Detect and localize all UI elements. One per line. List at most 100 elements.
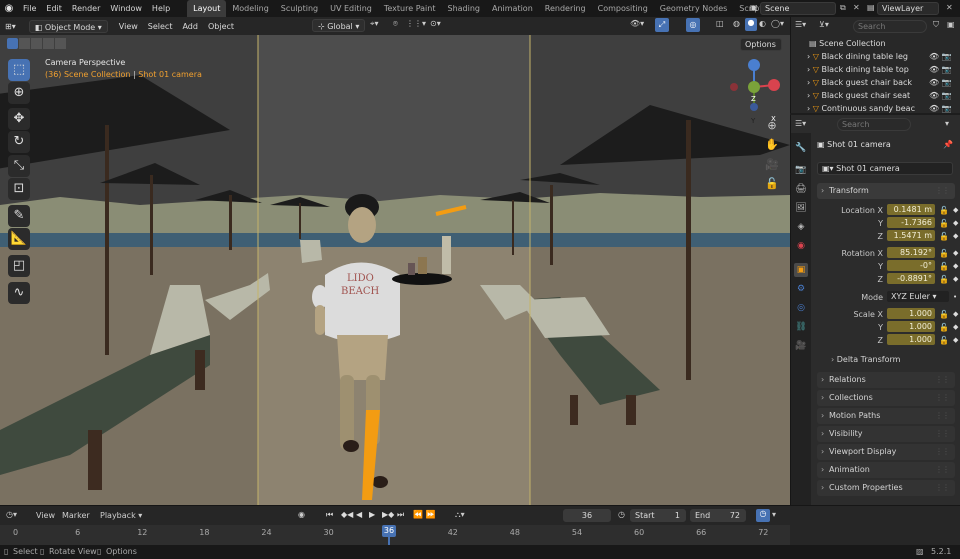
location-x-field[interactable]: 0.1481 m (887, 204, 935, 215)
properties-editor-icon[interactable]: ☰▾ (795, 119, 806, 128)
rotation-z-field[interactable]: -0.8891° (887, 273, 935, 284)
snap-icon[interactable]: ⌾ (393, 19, 398, 29)
shading-material-icon[interactable]: ◐ (759, 19, 766, 28)
shading-wireframe-icon[interactable]: ◍ (733, 19, 740, 28)
select-invert-icon[interactable] (43, 38, 54, 49)
menu-add[interactable]: Add (177, 20, 203, 33)
rotate-tool-icon[interactable]: ↻ (8, 131, 30, 153)
pin-icon[interactable]: 📌 (943, 140, 953, 149)
menu-select[interactable]: Select (143, 20, 178, 33)
delete-scene-icon[interactable]: ✕ (853, 3, 860, 12)
data-tab-icon[interactable]: 🎥 (794, 339, 808, 353)
pivot-icon[interactable]: ⌖▾ (370, 19, 379, 29)
transform-tool-icon[interactable]: ⊡ (8, 178, 30, 200)
drag-grip-icon[interactable]: ⋮⋮ (935, 408, 950, 424)
location-y-field[interactable]: -1.7366 (887, 217, 935, 228)
motion-paths-panel[interactable]: Motion Paths ⋮⋮ (817, 408, 955, 424)
physics-tab-icon[interactable]: ◎ (794, 301, 808, 315)
scale-tool-icon[interactable]: ⤡ (8, 155, 30, 177)
view-layer-tab-icon[interactable]: 🖼 (794, 201, 808, 215)
curve-tool-icon[interactable]: ∿ (8, 282, 30, 304)
outliner-filter-icon[interactable]: ⊻▾ (819, 20, 829, 29)
workspace-tab-compositing[interactable]: Compositing (592, 0, 654, 17)
gizmo-label-y[interactable]: Y (751, 117, 755, 125)
menu-edit[interactable]: Edit (41, 0, 67, 17)
select-subtract-icon[interactable] (31, 38, 42, 49)
drag-grip-icon[interactable]: ⋮⋮ (935, 372, 950, 388)
options-dropdown[interactable]: Options (740, 38, 782, 51)
scale-y-field[interactable]: 1.000 (887, 321, 935, 332)
lock-icon[interactable]: 🔓 (939, 230, 949, 243)
outliner-editor-icon[interactable]: ☰▾ (795, 20, 806, 29)
keyframe-icon[interactable]: ◆ (953, 217, 958, 230)
lock-icon[interactable]: 🔓 (939, 247, 949, 260)
animation-panel[interactable]: Animation ⋮⋮ (817, 462, 955, 478)
workspace-tab-modeling[interactable]: Modeling (226, 0, 274, 17)
workspace-tab-texture-paint[interactable]: Texture Paint (378, 0, 442, 17)
transform-panel-header[interactable]: Transform ⋮⋮ (817, 183, 955, 199)
overlay-toggle-icon[interactable]: ◎ (686, 18, 700, 32)
keyframe-icon[interactable]: ◆ (953, 260, 958, 273)
output-tab-icon[interactable]: 🖨 (794, 182, 808, 196)
lock-icon[interactable]: 🔓 (939, 308, 949, 321)
view-layer-selector[interactable]: ViewLayer (877, 2, 939, 15)
pan-hand-icon[interactable]: ✋ (764, 137, 780, 153)
select-extend-icon[interactable] (19, 38, 30, 49)
lock-icon[interactable]: 🔓 (939, 204, 949, 217)
custom-properties-panel[interactable]: Custom Properties ⋮⋮ (817, 480, 955, 496)
select-box-tool-icon[interactable]: ⬚ (8, 59, 30, 81)
copy-scene-icon[interactable]: ⧉ (840, 3, 846, 13)
visibility-panel[interactable]: Visibility ⋮⋮ (817, 426, 955, 442)
tool-tab-icon[interactable]: 🔧 (794, 141, 808, 155)
render-tab-icon[interactable]: 📷 (794, 163, 808, 177)
select-intersect-icon[interactable] (55, 38, 66, 49)
lock-icon[interactable]: 🔓 (939, 217, 949, 230)
world-tab-icon[interactable]: ◉ (794, 239, 808, 253)
move-tool-icon[interactable]: ✥ (8, 108, 30, 130)
location-z-field[interactable]: 1.5471 m (887, 230, 935, 241)
add-cube-tool-icon[interactable]: ◰ (8, 255, 30, 277)
keyframe-icon[interactable]: ◆ (953, 321, 958, 334)
keyframe-icon[interactable]: ◆ (953, 204, 958, 217)
keyframe-icon[interactable]: ◆ (953, 308, 958, 321)
lock-icon[interactable]: 🔓 (939, 273, 949, 286)
measure-tool-icon[interactable]: 📐 (8, 228, 30, 250)
keyframe-icon[interactable]: ◆ (953, 334, 958, 347)
workspace-tab-shading[interactable]: Shading (441, 0, 486, 17)
rotation-x-field[interactable]: 85.192° (887, 247, 935, 258)
shading-rendered-icon[interactable]: ◯▾ (771, 19, 784, 28)
workspace-tab-rendering[interactable]: Rendering (539, 0, 592, 17)
outliner-visibility-column[interactable]: 👁 📷 👁 📷 👁 📷 👁 📷 👁 📷 (929, 50, 952, 115)
drag-grip-icon[interactable]: ⋮⋮ (935, 480, 950, 496)
select-new-icon[interactable] (7, 38, 18, 49)
snap-target-icon[interactable]: ⋮⋮▾ (406, 19, 426, 28)
menu-view[interactable]: View (114, 20, 143, 33)
drag-grip-icon[interactable]: ⋮⋮ (935, 462, 950, 478)
drag-grip-icon[interactable]: ⋮⋮ (935, 426, 950, 442)
lock-icon[interactable]: 🔓 (939, 334, 949, 347)
workspace-tab-animation[interactable]: Animation (486, 0, 539, 17)
playhead-marker[interactable]: 36 (382, 525, 396, 537)
cursor-tool-icon[interactable]: ⊕ (8, 82, 30, 104)
drag-grip-icon[interactable]: ⋮⋮ (935, 183, 950, 199)
mode-dropdown[interactable]: ◧ Object Mode ▾ (28, 19, 108, 33)
relations-panel[interactable]: Relations ⋮⋮ (817, 372, 955, 388)
menu-window[interactable]: Window (105, 0, 147, 17)
zoom-icon[interactable]: ⊕ (764, 118, 780, 134)
3d-viewport[interactable]: Z X Y LIDO BEACH Camera Perspective (36)… (0, 35, 790, 505)
workspace-tab-sculpting[interactable]: Sculpting (275, 0, 324, 17)
constraints-tab-icon[interactable]: ⛓ (794, 320, 808, 334)
object-tab-icon[interactable]: ▣ (794, 263, 808, 277)
scene-tab-icon[interactable]: ◈ (794, 220, 808, 234)
shading-solid-icon[interactable]: ● (745, 18, 757, 31)
scale-z-field[interactable]: 1.000 (887, 334, 935, 345)
lock-camera-icon[interactable]: 🔓 (764, 176, 780, 192)
drag-grip-icon[interactable]: ⋮⋮ (935, 390, 950, 406)
scene-selector[interactable]: Scene (760, 2, 836, 15)
lock-icon[interactable]: 🔓 (939, 321, 949, 334)
modifier-tab-icon[interactable]: ⚙ (794, 282, 808, 296)
outliner-filter-funnel-icon[interactable]: ⛉ (933, 20, 939, 30)
gizmo-label-z[interactable]: Z (751, 95, 756, 103)
keyframe-icon[interactable]: ◆ (953, 273, 958, 286)
camera-view-icon[interactable]: 🎥 (764, 157, 780, 173)
